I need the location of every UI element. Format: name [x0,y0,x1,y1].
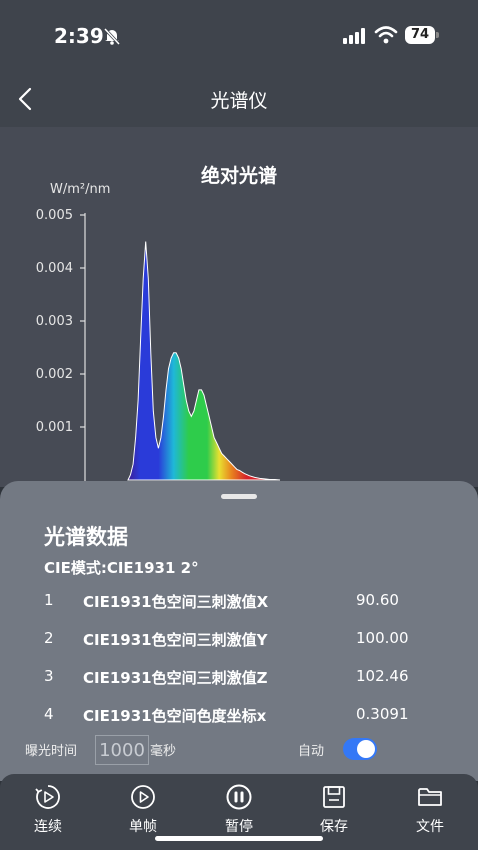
spectrum-chart: 0.001 0.002 0.003 0.004 0.005 绝对光谱 W/m²/nm [0,127,478,487]
save-label: 保存 [320,819,348,835]
drag-handle[interactable] [221,494,257,499]
data-row: 1 CIE1931色空间三刺激值X 90.60 [0,591,478,615]
row-label: CIE1931色空间三刺激值X [83,593,269,611]
spectrum-data-sheet: 光谱数据 CIE模式:CIE1931 2° 1 CIE1931色空间三刺激值X … [0,481,478,781]
y-tick-label: 0.003 [36,314,73,329]
exposure-time-input[interactable] [95,735,149,765]
status-bar: 2:39 74 [0,0,478,72]
battery-tip [436,32,439,38]
home-indicator [155,836,323,841]
row-value: 102.46 [356,667,409,685]
data-row: 4 CIE1931色空间色度坐标x 0.3091 [0,705,478,729]
cie-mode-label: CIE模式:CIE1931 2° [44,559,199,577]
single-frame-label: 单帧 [129,819,157,835]
y-tick-label: 0.004 [36,261,73,276]
page-title: 光谱仪 [210,90,268,112]
spectrum-area [127,241,281,481]
wifi-icon [374,26,398,44]
battery-indicator: 74 [405,26,435,44]
exposure-time-label: 曝光时间 [25,744,78,759]
row-value: 0.3091 [356,705,409,723]
pause-icon [226,784,252,810]
file-button[interactable]: 文件 [400,784,460,844]
folder-icon [418,788,442,806]
row-value: 90.60 [356,591,399,609]
status-time: 2:39 [54,24,104,48]
row-value: 100.00 [356,629,409,647]
row-index: 2 [44,629,54,647]
exposure-unit-label: 毫秒 [150,744,177,759]
single-frame-button[interactable]: 单帧 [113,784,173,844]
y-tick-label: 0.005 [36,208,73,223]
y-axis-label: W/m²/nm [50,182,111,197]
row-index: 4 [44,705,54,723]
file-label: 文件 [416,819,444,835]
save-button[interactable]: 保存 [304,784,364,844]
signal-icon [343,28,365,44]
row-label: CIE1931色空间三刺激值Y [83,631,268,649]
continuous-button[interactable]: 连续 [18,784,78,844]
auto-toggle[interactable] [343,738,377,760]
data-row: 3 CIE1931色空间三刺激值Z 102.46 [0,667,478,691]
toggle-knob [357,740,375,758]
row-index: 1 [44,591,54,609]
play-icon [131,785,155,809]
sheet-title: 光谱数据 [44,525,128,549]
pause-button[interactable]: 暂停 [209,784,269,844]
row-label: CIE1931色空间三刺激值Z [83,669,268,687]
row-index: 3 [44,667,54,685]
data-row: 2 CIE1931色空间三刺激值Y 100.00 [0,629,478,653]
pause-label: 暂停 [225,819,253,835]
auto-label: 自动 [298,744,325,759]
continuous-label: 连续 [34,819,62,835]
y-tick-label: 0.001 [36,420,73,435]
row-label: CIE1931色空间色度坐标x [83,707,267,725]
nav-bar: 光谱仪 [0,72,478,127]
y-tick-label: 0.002 [36,367,73,382]
continuous-play-icon [35,785,60,809]
save-icon [323,786,345,808]
bell-off-icon [103,27,121,46]
